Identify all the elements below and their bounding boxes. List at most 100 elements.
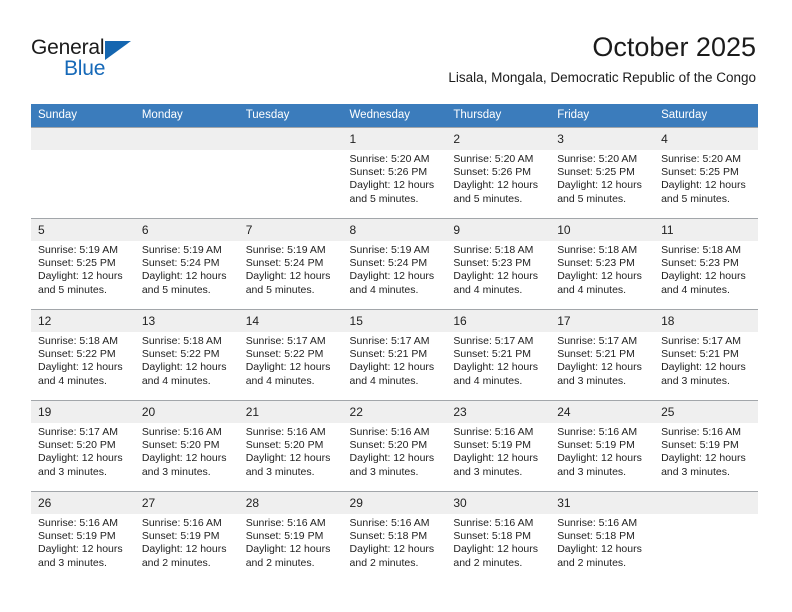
sunset-text: Sunset: 5:26 PM (349, 166, 428, 179)
calendar-day-cell[interactable]: 5 Sunrise: 5:19 AM Sunset: 5:25 PM Daylight… (31, 218, 135, 310)
sunrise-text: Sunrise: 5:18 AM (661, 244, 742, 256)
calendar-day-cell[interactable]: 21 Sunrise: 5:16 AM Sunset: 5:20 PM Dayligh… (238, 400, 343, 492)
daylight-text: Daylight: 12 hours and 3 minutes. (661, 452, 746, 478)
day-number (31, 128, 135, 150)
calendar-day-cell[interactable]: 2 Sunrise: 5:20 AM Sunset: 5:26 PM Daylight… (446, 127, 551, 219)
sunrise-text: Sunrise: 5:17 AM (557, 335, 638, 347)
day-details: Sunrise: 5:17 AM Sunset: 5:21 PM Daylight:… (550, 332, 654, 388)
daylight-text: Daylight: 12 hours and 3 minutes. (453, 452, 539, 478)
day-number: 11 (654, 219, 758, 241)
day-number (654, 492, 758, 514)
sunrise-text: Sunrise: 5:16 AM (453, 517, 534, 529)
calendar-day-cell[interactable]: 28 Sunrise: 5:16 AM Sunset: 5:19 PM Dayligh… (238, 491, 343, 582)
day-details: Sunrise: 5:17 AM Sunset: 5:22 PM Daylight:… (239, 332, 343, 388)
calendar-day-cell[interactable]: 16 Sunrise: 5:17 AM Sunset: 5:21 PM Dayligh… (446, 309, 551, 401)
sunrise-text: Sunrise: 5:19 AM (245, 244, 326, 256)
sunrise-text: Sunrise: 5:16 AM (38, 517, 118, 529)
sunset-text: Sunset: 5:19 PM (245, 530, 324, 543)
sunset-text: Sunset: 5:23 PM (557, 257, 635, 270)
calendar-day-cell[interactable]: 10 Sunrise: 5:18 AM Sunset: 5:23 PM Dayligh… (550, 218, 655, 310)
sunset-text: Sunset: 5:18 PM (349, 530, 428, 543)
daylight-text: Daylight: 12 hours and 4 minutes. (349, 270, 435, 296)
sunrise-text: Sunrise: 5:16 AM (141, 517, 222, 529)
calendar-day-cell[interactable]: 6 Sunrise: 5:19 AM Sunset: 5:24 PM Daylight… (134, 218, 239, 310)
calendar-day-cell[interactable]: 7 Sunrise: 5:19 AM Sunset: 5:24 PM Daylight… (238, 218, 343, 310)
daylight-text: Daylight: 12 hours and 4 minutes. (141, 361, 227, 387)
day-details: Sunrise: 5:19 AM Sunset: 5:24 PM Daylight:… (343, 241, 447, 297)
calendar-day-cell[interactable]: 20 Sunrise: 5:16 AM Sunset: 5:20 PM Dayligh… (134, 400, 239, 492)
day-details: Sunrise: 5:20 AM Sunset: 5:25 PM Daylight:… (654, 150, 758, 206)
daylight-text: Daylight: 12 hours and 4 minutes. (453, 361, 539, 387)
calendar-day-cell-empty (134, 127, 239, 219)
day-number: 10 (550, 219, 655, 241)
day-number: 24 (550, 401, 655, 423)
sunrise-text: Sunrise: 5:17 AM (453, 335, 534, 347)
calendar-day-cell[interactable]: 30 Sunrise: 5:16 AM Sunset: 5:18 PM Dayligh… (446, 491, 551, 582)
sunset-text: Sunset: 5:19 PM (557, 439, 635, 452)
daylight-text: Daylight: 12 hours and 4 minutes. (661, 270, 746, 296)
calendar-day-cell[interactable]: 9 Sunrise: 5:18 AM Sunset: 5:23 PM Daylight… (446, 218, 551, 310)
day-number: 13 (134, 310, 239, 332)
day-number: 19 (31, 401, 135, 423)
calendar-day-cell[interactable]: 8 Sunrise: 5:19 AM Sunset: 5:24 PM Daylight… (342, 218, 447, 310)
day-details: Sunrise: 5:19 AM Sunset: 5:25 PM Daylight:… (31, 241, 135, 297)
sunset-text: Sunset: 5:20 PM (245, 439, 324, 452)
weekday-header-monday: Monday (134, 104, 239, 128)
sunrise-text: Sunrise: 5:20 AM (557, 153, 638, 165)
calendar-day-cell[interactable]: 22 Sunrise: 5:16 AM Sunset: 5:20 PM Dayligh… (342, 400, 447, 492)
calendar-day-cell[interactable]: 12 Sunrise: 5:18 AM Sunset: 5:22 PM Dayligh… (31, 309, 135, 401)
calendar-page: General Blue October 2025 Lisala, Mongal… (0, 0, 792, 612)
calendar-day-cell-empty (31, 127, 135, 219)
calendar-day-cell[interactable]: 29 Sunrise: 5:16 AM Sunset: 5:18 PM Dayligh… (342, 491, 447, 582)
calendar-day-cell-empty (238, 127, 343, 219)
day-details: Sunrise: 5:16 AM Sunset: 5:20 PM Daylight:… (239, 423, 343, 479)
day-number (134, 128, 239, 150)
sunset-text: Sunset: 5:21 PM (557, 348, 635, 361)
sunset-text: Sunset: 5:19 PM (141, 530, 220, 543)
calendar-day-cell[interactable]: 11 Sunrise: 5:18 AM Sunset: 5:23 PM Dayligh… (654, 218, 758, 310)
general-blue-logo[interactable]: General Blue (31, 36, 161, 82)
calendar-week-row: 12 Sunrise: 5:18 AM Sunset: 5:22 PM Dayligh… (31, 309, 758, 401)
day-number: 12 (31, 310, 135, 332)
calendar-day-cell[interactable]: 4 Sunrise: 5:20 AM Sunset: 5:25 PM Daylight… (654, 127, 758, 219)
calendar-day-cell[interactable]: 27 Sunrise: 5:16 AM Sunset: 5:19 PM Dayligh… (134, 491, 239, 582)
sunset-text: Sunset: 5:24 PM (141, 257, 220, 270)
calendar-header-row: Sunday Monday Tuesday Wednesday Thursday… (31, 104, 758, 128)
daylight-text: Daylight: 12 hours and 5 minutes. (141, 270, 227, 296)
calendar-day-cell[interactable]: 17 Sunrise: 5:17 AM Sunset: 5:21 PM Dayligh… (550, 309, 655, 401)
sunset-text: Sunset: 5:21 PM (349, 348, 428, 361)
daylight-text: Daylight: 12 hours and 3 minutes. (38, 452, 123, 478)
calendar-day-cell[interactable]: 19 Sunrise: 5:17 AM Sunset: 5:20 PM Dayligh… (31, 400, 135, 492)
calendar-day-cell[interactable]: 26 Sunrise: 5:16 AM Sunset: 5:19 PM Dayligh… (31, 491, 135, 582)
calendar-day-cell[interactable]: 3 Sunrise: 5:20 AM Sunset: 5:25 PM Daylight… (550, 127, 655, 219)
calendar-day-cell[interactable]: 13 Sunrise: 5:18 AM Sunset: 5:22 PM Dayligh… (134, 309, 239, 401)
calendar-day-cell[interactable]: 15 Sunrise: 5:17 AM Sunset: 5:21 PM Dayligh… (342, 309, 447, 401)
weekday-header-sunday: Sunday (31, 104, 135, 128)
daylight-text: Daylight: 12 hours and 3 minutes. (245, 452, 331, 478)
calendar-day-cell[interactable]: 14 Sunrise: 5:17 AM Sunset: 5:22 PM Dayligh… (238, 309, 343, 401)
calendar-day-cell[interactable]: 23 Sunrise: 5:16 AM Sunset: 5:19 PM Dayligh… (446, 400, 551, 492)
calendar-day-cell[interactable]: 25 Sunrise: 5:16 AM Sunset: 5:19 PM Dayligh… (654, 400, 758, 492)
day-number: 27 (134, 492, 239, 514)
page-title: October 2025 (592, 32, 756, 62)
daylight-text: Daylight: 12 hours and 3 minutes. (141, 452, 227, 478)
sunset-text: Sunset: 5:22 PM (38, 348, 116, 361)
day-details: Sunrise: 5:16 AM Sunset: 5:18 PM Daylight:… (343, 514, 447, 570)
calendar-day-cell[interactable]: 24 Sunrise: 5:16 AM Sunset: 5:19 PM Dayligh… (550, 400, 655, 492)
sunrise-sunset-calendar: Sunday Monday Tuesday Wednesday Thursday… (31, 104, 758, 582)
calendar-body: 1 Sunrise: 5:20 AM Sunset: 5:26 PM Daylight… (31, 127, 758, 582)
sunrise-text: Sunrise: 5:16 AM (245, 517, 326, 529)
daylight-text: Daylight: 12 hours and 2 minutes. (349, 543, 435, 569)
calendar-day-cell[interactable]: 31 Sunrise: 5:16 AM Sunset: 5:18 PM Dayligh… (550, 491, 655, 582)
logo-text-blue: Blue (64, 57, 106, 80)
daylight-text: Daylight: 12 hours and 5 minutes. (557, 179, 642, 205)
day-number: 28 (238, 492, 343, 514)
day-details: Sunrise: 5:18 AM Sunset: 5:23 PM Daylight:… (446, 241, 550, 297)
logo-triangle-icon (105, 41, 131, 60)
daylight-text: Daylight: 12 hours and 4 minutes. (349, 361, 435, 387)
calendar-day-cell[interactable]: 18 Sunrise: 5:17 AM Sunset: 5:21 PM Dayligh… (654, 309, 758, 401)
sunset-text: Sunset: 5:23 PM (661, 257, 739, 270)
sunset-text: Sunset: 5:18 PM (557, 530, 635, 543)
calendar-day-cell[interactable]: 1 Sunrise: 5:20 AM Sunset: 5:26 PM Daylight… (342, 127, 447, 219)
day-details: Sunrise: 5:19 AM Sunset: 5:24 PM Daylight:… (239, 241, 343, 297)
